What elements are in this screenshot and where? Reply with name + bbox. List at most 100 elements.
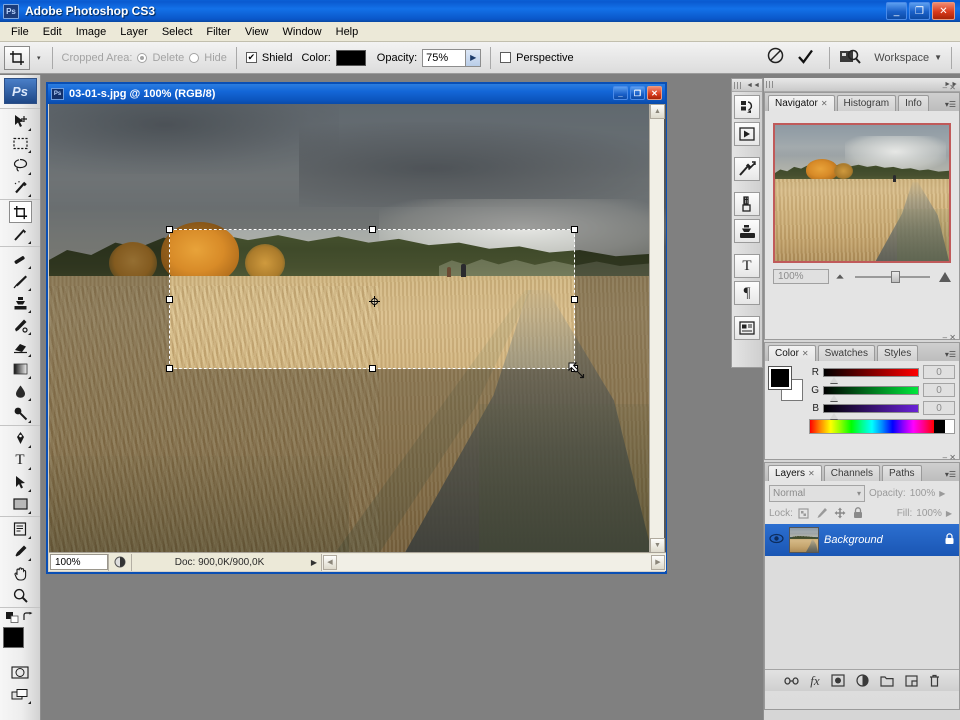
color-panel-menu-icon[interactable]: ▾☰ — [945, 350, 956, 359]
crop-handle-bottom-center[interactable] — [369, 365, 376, 372]
slice-tool-icon[interactable] — [9, 223, 32, 245]
crop-handle-top-center[interactable] — [369, 226, 376, 233]
g-value[interactable]: 0 — [923, 383, 955, 397]
blur-tool-icon[interactable] — [9, 380, 32, 402]
scroll-down-button[interactable]: ▼ — [650, 538, 665, 553]
layer-row-background[interactable]: Background — [765, 524, 959, 556]
b-slider-knob[interactable] — [830, 412, 838, 419]
menu-help[interactable]: Help — [329, 24, 366, 40]
menu-filter[interactable]: Filter — [199, 24, 237, 40]
layer-comps-panel-icon[interactable] — [734, 316, 760, 340]
vertical-scrollbar[interactable]: ▲ ▼ — [649, 104, 665, 553]
crop-handle-top-left[interactable] — [166, 226, 173, 233]
history-panel-icon[interactable] — [734, 95, 760, 119]
eraser-tool-icon[interactable] — [9, 336, 32, 358]
tab-navigator-close-icon[interactable]: ✕ — [821, 99, 828, 108]
lock-all-icon[interactable] — [851, 506, 865, 520]
crop-handle-middle-left[interactable] — [166, 296, 173, 303]
tab-color[interactable]: Color ✕ — [768, 345, 816, 361]
move-tool-icon[interactable] — [9, 110, 32, 132]
crop-tool-icon-selected[interactable] — [8, 201, 32, 223]
document-close-button[interactable]: ✕ — [647, 86, 662, 100]
dock-header[interactable]: ◄◄ — [732, 79, 762, 92]
link-layers-icon[interactable] — [784, 676, 799, 686]
clone-source-panel-icon[interactable] — [734, 219, 760, 243]
b-slider[interactable] — [823, 403, 919, 419]
delete-radio[interactable] — [137, 52, 148, 63]
fill-arrow-icon[interactable]: ▶ — [946, 509, 952, 518]
rotation-center-icon[interactable] — [369, 296, 380, 307]
shape-tool-icon[interactable] — [9, 493, 32, 515]
eyedropper-tool-icon[interactable] — [9, 540, 32, 562]
brushes-panel-icon[interactable] — [734, 192, 760, 216]
panel-dock-grip-icon[interactable] — [766, 81, 775, 88]
layer-mask-icon[interactable] — [831, 674, 845, 687]
navigator-zoom-slider-knob[interactable] — [890, 271, 900, 283]
paragraph-panel-icon[interactable]: ¶ — [734, 281, 760, 305]
swap-colors-icon[interactable] — [22, 612, 34, 623]
crop-marquee[interactable] — [166, 226, 585, 379]
crop-tool-icon[interactable] — [4, 45, 30, 70]
cancel-crop-icon[interactable] — [767, 47, 784, 69]
screen-mode-icon[interactable] — [9, 683, 32, 705]
foreground-background-color[interactable] — [3, 627, 37, 660]
document-title-bar[interactable]: Ps 03-01-s.jpg @ 100% (RGB/8) _ ❐ ✕ — [48, 84, 665, 104]
r-value[interactable]: 0 — [923, 365, 955, 379]
new-layer-icon[interactable] — [905, 674, 918, 687]
dock-grip-icon[interactable] — [734, 81, 743, 89]
zoom-tool-icon[interactable] — [9, 584, 32, 606]
r-slider[interactable] — [823, 367, 919, 383]
layer-style-fx-icon[interactable]: fx — [810, 673, 819, 689]
tab-histogram[interactable]: Histogram — [836, 95, 897, 111]
g-slider-knob[interactable] — [830, 394, 838, 401]
maximize-button[interactable]: ❐ — [909, 2, 930, 20]
healing-brush-tool-icon[interactable] — [9, 248, 32, 270]
color-panel-foreground-swatch[interactable] — [768, 366, 792, 390]
b-value[interactable]: 0 — [923, 401, 955, 415]
layers-list[interactable]: Background — [765, 524, 959, 669]
r-slider-knob[interactable] — [830, 376, 838, 383]
foreground-color-swatch[interactable] — [3, 627, 24, 648]
adjustment-layer-icon[interactable] — [856, 674, 869, 687]
menu-image[interactable]: Image — [69, 24, 114, 40]
document-maximize-button[interactable]: ❐ — [630, 86, 645, 100]
tab-layers-close-icon[interactable]: ✕ — [808, 469, 815, 478]
fill-value[interactable]: 100% — [916, 508, 942, 519]
lock-transparency-icon[interactable] — [797, 506, 811, 520]
dodge-tool-icon[interactable] — [9, 402, 32, 424]
opacity-stepper-arrow-icon[interactable]: ▶ — [466, 48, 482, 67]
tab-swatches[interactable]: Swatches — [817, 345, 875, 361]
workspace-label[interactable]: Workspace — [874, 52, 929, 64]
history-brush-tool-icon[interactable] — [9, 314, 32, 336]
hide-radio[interactable] — [189, 52, 200, 63]
eye-icon[interactable] — [769, 533, 784, 547]
zoom-out-small-mountain-icon[interactable] — [836, 274, 844, 279]
tab-color-close-icon[interactable]: ✕ — [802, 349, 809, 358]
navigator-view-box[interactable] — [773, 123, 951, 263]
document-minimize-button[interactable]: _ — [613, 86, 628, 100]
scroll-right-button[interactable]: ▶ — [651, 554, 665, 570]
default-colors-icon[interactable] — [6, 612, 19, 623]
navigator-panel-close-icon[interactable]: – ✕ — [943, 83, 956, 92]
pen-tool-icon[interactable] — [9, 427, 32, 449]
menu-window[interactable]: Window — [276, 24, 329, 40]
notes-tool-icon[interactable] — [9, 518, 32, 540]
tool-presets-panel-icon[interactable] — [734, 157, 760, 181]
layer-thumbnail[interactable] — [789, 527, 819, 553]
blend-mode-select[interactable]: Normal ▾ — [769, 485, 865, 502]
perspective-checkbox[interactable] — [500, 52, 512, 63]
color-panel-close-icon[interactable]: – ✕ — [943, 333, 956, 342]
menu-edit[interactable]: Edit — [36, 24, 69, 40]
actions-panel-icon[interactable] — [734, 122, 760, 146]
navigator-zoom-input[interactable]: 100% — [773, 269, 829, 284]
bridge-icon[interactable] — [839, 47, 861, 68]
tab-styles[interactable]: Styles — [876, 345, 919, 361]
magic-wand-tool-icon[interactable] — [9, 176, 32, 198]
spectrum-white-swatch[interactable] — [945, 420, 954, 433]
close-button[interactable]: ✕ — [932, 2, 955, 20]
rectangular-marquee-tool-icon[interactable] — [9, 132, 32, 154]
brush-tool-icon[interactable] — [9, 270, 32, 292]
crop-handle-middle-right[interactable] — [571, 296, 578, 303]
menu-view[interactable]: View — [238, 24, 276, 40]
zoom-level-input[interactable]: 100% — [50, 554, 108, 570]
